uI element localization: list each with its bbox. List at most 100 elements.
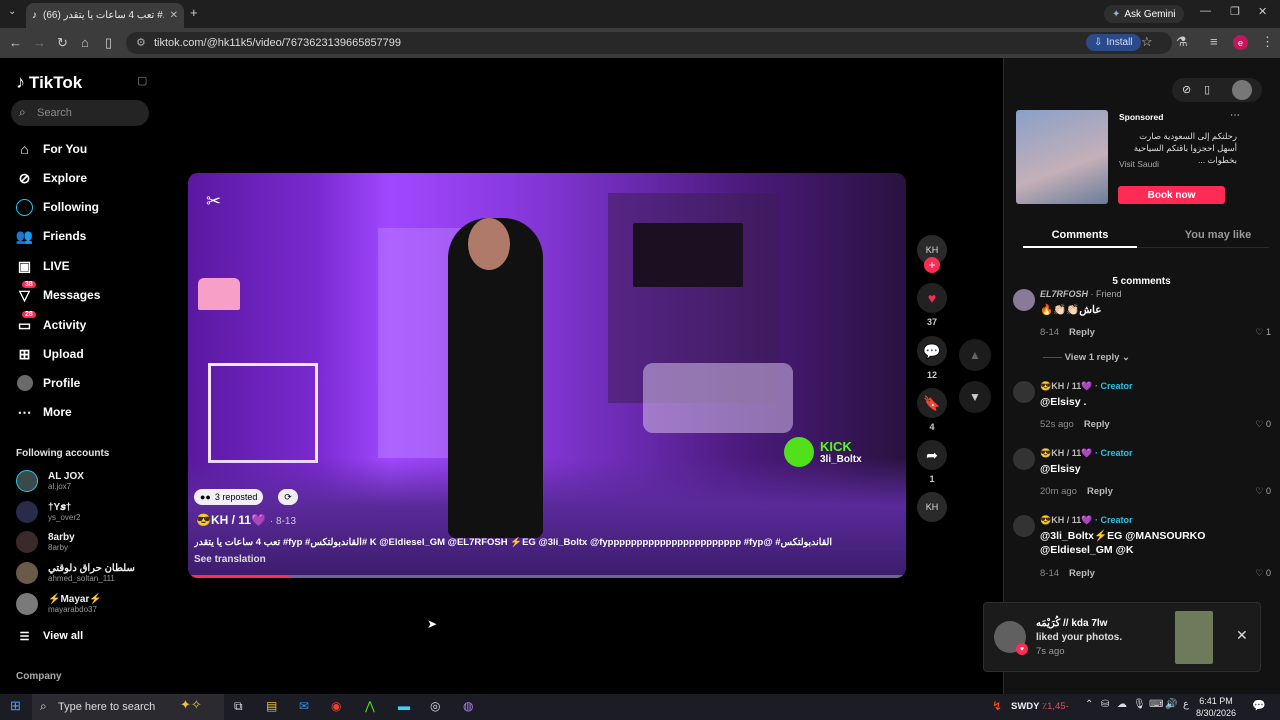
previous-video-button[interactable]: ▲ [959, 339, 991, 371]
following-account-item[interactable]: 8arby 8arby [16, 530, 75, 554]
profile-avatar[interactable]: e [1233, 35, 1248, 50]
device-icon[interactable]: ▯ [1204, 83, 1210, 96]
tray-icon[interactable]: ☁ [1117, 699, 1127, 710]
nav-activity[interactable]: ▭ 28 Activity [16, 310, 86, 335]
chrome-icon[interactable]: ◉ [331, 699, 341, 713]
app-icon[interactable]: ◎ [430, 699, 440, 713]
see-translation-link[interactable]: See translation [194, 554, 266, 565]
comment-like-button[interactable]: ♡ 0 [1255, 419, 1271, 430]
nav-live[interactable]: ▣ LIVE [16, 256, 70, 276]
volume-icon[interactable]: 🔊 [1165, 699, 1177, 710]
reload-icon[interactable]: ↻ [57, 35, 68, 51]
book-now-button[interactable]: Book now [1118, 186, 1225, 204]
avatar[interactable] [1013, 515, 1035, 537]
comment-like-button[interactable]: ♡ 0 [1255, 486, 1271, 497]
share-button[interactable]: ➦ 1 [917, 440, 947, 484]
app-icon[interactable]: ⋀ [365, 699, 375, 713]
avatar[interactable] [1013, 381, 1035, 403]
nav-friends[interactable]: 👥 Friends [16, 226, 87, 246]
site-info-icon[interactable]: ⚙ [136, 36, 146, 49]
comment-username[interactable]: 😎KH / 11💜 [1040, 448, 1092, 458]
avatar[interactable] [1013, 289, 1035, 311]
close-window-icon[interactable]: ✕ [1258, 5, 1267, 18]
nav-profile[interactable]: Profile [16, 373, 80, 393]
search-input[interactable]: ⌕ Search [11, 100, 149, 126]
file-explorer-icon[interactable]: ▤ [266, 699, 277, 713]
taskbar-search-input[interactable]: ⌕ Type here to search ✦✧ [32, 694, 224, 720]
notifications-icon[interactable]: 💬 [1252, 699, 1266, 712]
company-heading[interactable]: Company [16, 671, 62, 682]
extensions-icon[interactable]: ⚗ [1176, 34, 1188, 50]
music-disc-button[interactable]: KH [917, 492, 947, 522]
bookmark-star-icon[interactable]: ☆ [1141, 34, 1153, 50]
repost-button[interactable]: ⟳ [278, 489, 298, 505]
ad-more-icon[interactable]: ⋯ [1230, 110, 1240, 121]
ad-advertiser[interactable]: Visit Saudi [1119, 159, 1159, 169]
app-icon[interactable]: ◍ [463, 699, 473, 713]
url-field[interactable]: ⚙ tiktok.com/@hk11k5/video/7673623139665… [126, 32, 1172, 54]
tiktok-logo[interactable]: ♪ TikTok [16, 72, 82, 93]
task-view-icon[interactable]: ⧉ [234, 699, 243, 714]
video-progress-bar[interactable] [188, 575, 906, 578]
media-controls-icon[interactable]: ≡ [1210, 34, 1218, 49]
split-view-icon[interactable]: ▯ [105, 35, 112, 51]
minimize-icon[interactable]: — [1200, 5, 1211, 17]
user-avatar[interactable] [1232, 80, 1252, 100]
forward-icon[interactable]: → [33, 35, 46, 50]
comment-like-button[interactable]: ♡ 1 [1255, 327, 1271, 338]
video-author[interactable]: 😎KH / 11💜 · 8-13 [196, 513, 296, 527]
network-icon[interactable]: ⌨ [1149, 699, 1163, 710]
stock-ticker[interactable]: SWDY [1011, 701, 1040, 712]
app-icon[interactable]: ▬ [398, 699, 410, 713]
nav-for-you[interactable]: ⌂ For You [16, 139, 87, 159]
close-notification-icon[interactable]: ✕ [1236, 627, 1248, 644]
nav-explore[interactable]: ⊘ Explore [16, 168, 87, 188]
next-video-button[interactable]: ▼ [959, 381, 991, 413]
view-all-link[interactable]: ☰ View all [16, 626, 84, 646]
comment-username[interactable]: 😎KH / 11💜 [1040, 381, 1092, 391]
save-button[interactable]: 🔖 4 [917, 388, 947, 432]
nav-upload[interactable]: ⊞ Upload [16, 344, 84, 364]
comment-username[interactable]: EL7RFOSH [1040, 289, 1088, 299]
nav-more[interactable]: ⋯ More [16, 402, 72, 422]
tray-icon[interactable]: ⛁ [1101, 699, 1109, 710]
comment-button[interactable]: 💬 12 [917, 336, 947, 380]
following-account-item[interactable]: سلطان حراق دلوقتي ahmed_soltan_111 [16, 561, 135, 585]
nav-following[interactable]: Following [16, 197, 99, 217]
repost-badge[interactable]: ●● 3 reposted [194, 489, 264, 505]
windows-start-icon[interactable]: ⊞ [10, 698, 21, 714]
reply-button[interactable]: Reply [1087, 486, 1113, 497]
back-icon[interactable]: ← [9, 35, 22, 50]
close-tab-icon[interactable]: ✕ [170, 10, 178, 21]
new-tab-icon[interactable]: + [190, 5, 198, 20]
install-app-button[interactable]: ⇩ Install [1086, 34, 1141, 51]
maximize-icon[interactable]: ❐ [1230, 5, 1240, 18]
language-icon[interactable]: ع [1183, 699, 1189, 710]
outlook-icon[interactable]: ✉ [299, 699, 309, 713]
chevron-up-icon[interactable]: ⌃ [1085, 699, 1093, 710]
follow-plus-icon[interactable]: + [924, 257, 940, 273]
microphone-icon[interactable]: 🎙 [1133, 699, 1146, 710]
notification-toast[interactable]: ♥ كُرَيْمَه // kda 7lw liked your photos… [983, 602, 1261, 672]
tab-you-may-like[interactable]: You may like [1163, 229, 1273, 241]
ask-gemini-button[interactable]: ✦ Ask Gemini [1104, 5, 1184, 23]
reply-button[interactable]: Reply [1069, 568, 1095, 579]
creator-avatar-button[interactable]: KH + [917, 235, 947, 273]
comment-username[interactable]: 😎KH / 11💜 [1040, 515, 1092, 525]
nav-messages[interactable]: ▽ 38 Messages [16, 280, 100, 305]
following-account-item[interactable]: ⚡Mayar⚡ mayarabdo37 [16, 592, 102, 616]
following-account-item[interactable]: AL JOX al.jox7 [16, 469, 84, 493]
tab-search-icon[interactable]: ⌄ [8, 6, 16, 17]
like-button[interactable]: ♥ 37 [917, 283, 947, 327]
system-clock[interactable]: 6:41 PM 8/30/2026 [1196, 695, 1236, 719]
browser-tab[interactable]: ♪ (66) تعب 4 ساعات يا يتقدر #... ✕ [26, 3, 184, 28]
coins-icon[interactable]: ⊘ [1182, 83, 1191, 96]
home-browser-icon[interactable]: ⌂ [81, 35, 89, 50]
view-replies-button[interactable]: —— View 1 reply ⌄ [1043, 352, 1130, 363]
collapse-sidebar-icon[interactable]: ▢ [137, 74, 147, 87]
browser-menu-icon[interactable]: ⋮ [1261, 34, 1274, 50]
video-player[interactable]: ✂ KICK 3li_Boltx ●● 3 reposted ⟳ 😎KH / 1… [188, 173, 906, 578]
following-account-item[interactable]: †Y𝒔† ys_over2 [16, 500, 80, 524]
tab-comments[interactable]: Comments [1023, 229, 1137, 241]
avatar[interactable] [1013, 448, 1035, 470]
